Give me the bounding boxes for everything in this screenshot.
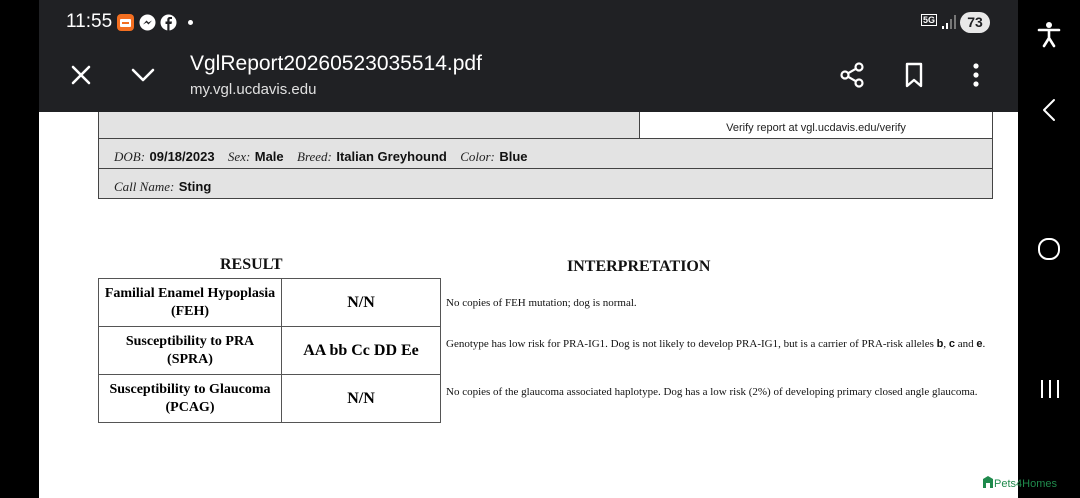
document-url: my.vgl.ucdavis.edu [190,81,317,98]
table-row: Familial Enamel Hypoplasia (FEH) N/N [98,278,441,327]
table-row: Susceptibility to PRA (SPRA) AA bb Cc DD… [98,326,441,375]
test-name: Susceptibility to PRA [125,333,255,349]
sex-value: Male [254,149,284,164]
breed-value: Italian Greyhound [336,149,447,164]
sex-label: Sex: [227,149,251,164]
call-name-label: Call Name: [114,179,175,194]
document-title: VglReport20260523035514.pdf [190,52,482,75]
interpretation-heading: INTERPRETATION [567,258,711,275]
test-name: Familial Enamel Hypoplasia [104,285,276,301]
dob-label: DOB: [114,149,146,164]
result-heading: RESULT [220,256,283,273]
facebook-icon [160,14,177,31]
dob-value: 09/18/2023 [149,149,215,164]
pdf-page: Verify report at vgl.ucdavis.edu/verify … [39,112,1018,498]
chevron-down-icon[interactable] [128,60,158,90]
status-time: 11:55 [66,11,113,32]
test-name-cell: Familial Enamel Hypoplasia (FEH) [98,278,282,327]
network-5g-icon: 5G [921,14,938,26]
shopping-app-icon [117,14,134,31]
table-row: Susceptibility to Glaucoma (PCAG) N/N [98,374,441,423]
test-code: (SPRA) [167,351,213,367]
result-cell: AA bb Cc DD Ee [281,326,441,375]
test-name-cell: Susceptibility to Glaucoma (PCAG) [98,374,282,423]
color-value: Blue [499,149,528,164]
owner-info-box [98,112,640,139]
battery-indicator: 73 [960,12,990,33]
interpretation-text: No copies of FEH mutation; dog is normal… [446,297,637,309]
close-icon[interactable] [66,60,96,90]
more-options-icon[interactable] [961,60,991,90]
test-code: (FEH) [170,303,210,319]
call-name-row: Call Name: Sting [98,168,993,199]
pets4homes-watermark: Pets4Homes [982,474,1057,492]
results-table: Familial Enamel Hypoplasia (FEH) N/N Sus… [98,278,441,423]
home-icon[interactable] [1037,237,1061,261]
interpretation-text: No copies of the glaucoma associated hap… [446,386,978,398]
call-name-value: Sting [178,179,212,194]
pets4homes-logo-icon [983,476,993,488]
test-code: (PCAG) [165,399,215,415]
test-name: Susceptibility to Glaucoma [109,381,271,397]
messenger-icon [139,14,156,31]
system-navigation-bar [1018,0,1080,498]
test-name-cell: Susceptibility to PRA (SPRA) [98,326,282,375]
share-icon[interactable] [837,60,867,90]
dog-details-row: DOB: 09/18/2023 Sex: Male Breed: Italian… [98,138,993,169]
notification-dot-icon [188,20,193,25]
signal-icon [941,14,957,30]
breed-label: Breed: [297,149,332,164]
app-top-bar [39,0,1018,112]
recent-apps-icon[interactable] [1038,377,1062,401]
bookmark-icon[interactable] [899,60,929,90]
result-cell: N/N [281,374,441,423]
watermark-text: Pets4Homes [994,478,1057,490]
interpretation-text: Genotype has low risk for PRA-IG1. Dog i… [446,338,986,350]
verify-box: Verify report at vgl.ucdavis.edu/verify [639,112,993,139]
back-icon[interactable] [1038,96,1062,124]
accessibility-icon[interactable] [1036,20,1062,48]
verify-text: Verify report at vgl.ucdavis.edu/verify [726,122,906,134]
result-cell: N/N [281,278,441,327]
color-label: Color: [460,149,495,164]
